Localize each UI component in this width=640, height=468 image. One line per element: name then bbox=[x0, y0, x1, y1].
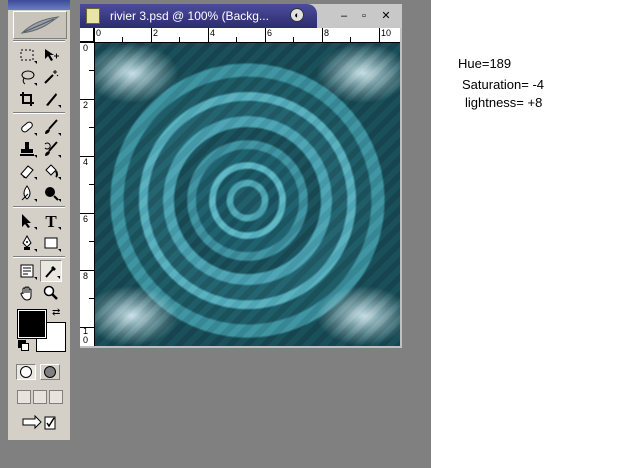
notes-icon[interactable] bbox=[16, 260, 38, 282]
ruler-label: 8 bbox=[83, 271, 89, 281]
tab-options-icon[interactable]: ◐ bbox=[290, 8, 304, 22]
ruler-label: 0 bbox=[96, 28, 102, 38]
brush-icon[interactable] bbox=[40, 116, 62, 138]
magic-wand-icon[interactable] bbox=[40, 66, 62, 88]
document-tab[interactable]: rivier 3.psd @ 100% (Backg... ◐ bbox=[80, 4, 317, 28]
ruler-tick bbox=[122, 37, 123, 42]
image-canvas[interactable] bbox=[95, 43, 400, 346]
ruler-label: 6 bbox=[267, 28, 273, 38]
foreground-color-swatch[interactable] bbox=[17, 309, 47, 339]
ruler-label: 0 bbox=[83, 43, 89, 53]
ruler-tick bbox=[179, 37, 180, 42]
ruler-label: 0 bbox=[83, 335, 89, 345]
ruler-tick bbox=[265, 28, 266, 42]
document-title: rivier 3.psd @ 100% (Backg... bbox=[110, 9, 269, 23]
ruler-label: 10 bbox=[381, 28, 392, 38]
eraser-icon[interactable] bbox=[16, 160, 38, 182]
rectangular-marquee-icon[interactable] bbox=[16, 44, 38, 66]
history-brush-icon[interactable] bbox=[40, 138, 62, 160]
ruler-tick bbox=[379, 28, 380, 42]
slice-icon[interactable] bbox=[40, 88, 62, 110]
ruler-label: 6 bbox=[83, 214, 89, 224]
jump-to-imageready-button[interactable] bbox=[17, 413, 61, 433]
ruler-tick bbox=[89, 70, 94, 71]
ruler-label: 4 bbox=[210, 28, 216, 38]
path-selection-icon[interactable] bbox=[16, 210, 38, 232]
document-titlebar[interactable]: rivier 3.psd @ 100% (Backg... ◐ – ▫ ✕ bbox=[80, 4, 402, 28]
full-screen-mode-button[interactable] bbox=[49, 390, 63, 404]
toolbox-separator bbox=[13, 40, 65, 42]
healing-brush-icon[interactable] bbox=[16, 116, 38, 138]
ruler-tick bbox=[350, 37, 351, 42]
ruler-tick bbox=[208, 28, 209, 42]
feather-logo-icon[interactable] bbox=[13, 11, 67, 39]
ruler-tick bbox=[151, 28, 152, 42]
quick-mask-mode-button[interactable] bbox=[40, 364, 60, 380]
toolbox: T ⇄ bbox=[8, 0, 71, 441]
ruler-origin[interactable] bbox=[80, 28, 94, 42]
burn-icon[interactable] bbox=[40, 182, 62, 204]
swap-colors-icon[interactable]: ⇄ bbox=[52, 307, 60, 318]
rectangle-shape-icon[interactable] bbox=[40, 232, 62, 254]
standard-mode-button[interactable] bbox=[16, 364, 36, 380]
ruler-tick bbox=[89, 241, 94, 242]
default-colors-icon[interactable] bbox=[18, 340, 29, 351]
ruler-tick bbox=[236, 37, 237, 42]
horizontal-ruler[interactable]: 0 2 4 6 8 10 bbox=[94, 28, 400, 43]
eyedropper-icon[interactable] bbox=[40, 260, 62, 282]
crop-icon[interactable] bbox=[16, 88, 38, 110]
saturation-value-text: Saturation= -4 bbox=[462, 77, 545, 92]
ruler-tick bbox=[80, 327, 94, 328]
toolbox-titlebar[interactable] bbox=[8, 0, 70, 10]
lightness-value-text: lightness= +8 bbox=[465, 95, 543, 110]
minimize-button[interactable]: – bbox=[336, 8, 352, 24]
psd-file-icon bbox=[86, 8, 100, 24]
ruler-tick bbox=[80, 42, 94, 43]
ruler-tick bbox=[322, 28, 323, 42]
ruler-label: 2 bbox=[153, 28, 159, 38]
ruler-tick bbox=[89, 184, 94, 185]
ruler-label: 8 bbox=[324, 28, 330, 38]
hand-icon[interactable] bbox=[16, 282, 38, 304]
hue-value-text: Hue=189 bbox=[458, 56, 512, 71]
zoom-icon[interactable] bbox=[40, 282, 62, 304]
paint-bucket-icon[interactable] bbox=[40, 160, 62, 182]
lasso-icon[interactable] bbox=[16, 66, 38, 88]
ruler-tick bbox=[80, 99, 94, 100]
pen-icon[interactable] bbox=[16, 232, 38, 254]
toolbox-separator bbox=[13, 112, 65, 114]
ruler-tick bbox=[94, 28, 95, 42]
standard-screen-mode-button[interactable] bbox=[17, 390, 31, 404]
type-icon[interactable]: T bbox=[40, 210, 62, 232]
ruler-label: 4 bbox=[83, 157, 89, 167]
ruler-tick bbox=[89, 298, 94, 299]
toolbox-separator bbox=[13, 256, 65, 258]
ruler-tick bbox=[89, 127, 94, 128]
document-window: rivier 3.psd @ 100% (Backg... ◐ – ▫ ✕ 0 … bbox=[80, 4, 402, 348]
clone-stamp-icon[interactable] bbox=[16, 138, 38, 160]
ruler-tick bbox=[293, 37, 294, 42]
blur-icon[interactable] bbox=[16, 182, 38, 204]
ruler-tick bbox=[80, 213, 94, 214]
vertical-ruler[interactable]: 0 2 4 6 8 1 0 bbox=[80, 42, 95, 346]
toolbox-separator bbox=[13, 206, 65, 208]
full-screen-menu-mode-button[interactable] bbox=[33, 390, 47, 404]
ruler-label: 2 bbox=[83, 100, 89, 110]
maximize-button[interactable]: ▫ bbox=[356, 8, 372, 24]
close-button[interactable]: ✕ bbox=[378, 8, 394, 24]
ruler-tick bbox=[80, 270, 94, 271]
ruler-tick bbox=[80, 156, 94, 157]
move-icon[interactable] bbox=[40, 44, 62, 66]
